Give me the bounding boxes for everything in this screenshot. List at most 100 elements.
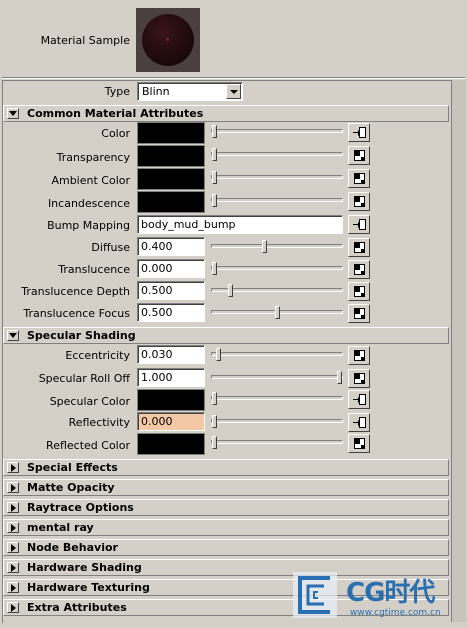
translucence-depth-slider[interactable] bbox=[211, 284, 343, 297]
triangle-right-icon[interactable] bbox=[7, 542, 19, 553]
triangle-right-icon[interactable] bbox=[7, 482, 19, 493]
diffuse-field[interactable]: 0.400 bbox=[137, 237, 205, 256]
checker-icon bbox=[353, 373, 365, 384]
vertical-scrollbar[interactable] bbox=[451, 80, 466, 622]
incandescence-label: Incandescence bbox=[47, 197, 130, 210]
slider-thumb[interactable] bbox=[212, 415, 217, 428]
eccentricity-field[interactable]: 0.030 bbox=[137, 345, 205, 364]
arrow-into-box-icon bbox=[352, 417, 366, 428]
specular-roll-off-slider[interactable] bbox=[211, 371, 343, 384]
slider-thumb[interactable] bbox=[262, 240, 267, 253]
section-node-behavior[interactable]: Node Behavior bbox=[3, 539, 449, 556]
translucence-depth-map-button[interactable] bbox=[348, 282, 370, 301]
translucence-slider[interactable] bbox=[211, 262, 343, 275]
specular-roll-off-label: Specular Roll Off bbox=[38, 372, 130, 385]
material-sample-swatch[interactable] bbox=[136, 8, 200, 72]
diffuse-map-button[interactable] bbox=[348, 238, 370, 257]
slider-thumb[interactable] bbox=[216, 348, 221, 361]
diffuse-label: Diffuse bbox=[91, 241, 130, 254]
section-title: Extra Attributes bbox=[27, 601, 127, 614]
incandescence-swatch[interactable] bbox=[137, 191, 205, 213]
slider-thumb[interactable] bbox=[212, 436, 217, 449]
type-dropdown[interactable]: Blinn bbox=[137, 82, 243, 101]
translucence-focus-slider[interactable] bbox=[211, 306, 343, 319]
specular-color-label: Specular Color bbox=[49, 395, 130, 408]
checker-icon bbox=[353, 286, 365, 297]
specular-roll-off-field[interactable]: 1.000 bbox=[137, 368, 205, 387]
color-label: Color bbox=[101, 127, 130, 140]
triangle-down-icon[interactable] bbox=[7, 330, 19, 341]
color-slider[interactable] bbox=[211, 125, 343, 138]
ambient-color-slider[interactable] bbox=[211, 171, 343, 184]
slider-thumb[interactable] bbox=[212, 392, 217, 405]
section-title: Hardware Texturing bbox=[27, 581, 150, 594]
triangle-right-icon[interactable] bbox=[7, 522, 19, 533]
triangle-right-icon[interactable] bbox=[7, 602, 19, 613]
translucence-map-button[interactable] bbox=[348, 260, 370, 279]
slider-thumb[interactable] bbox=[212, 262, 217, 275]
ambient-color-swatch[interactable] bbox=[137, 168, 205, 190]
translucence-label: Translucence bbox=[58, 263, 130, 276]
section-title: Matte Opacity bbox=[27, 481, 115, 494]
slider-thumb[interactable] bbox=[212, 194, 217, 207]
specular-color-swatch[interactable] bbox=[137, 389, 205, 411]
section-title: Common Material Attributes bbox=[27, 107, 204, 120]
transparency-slider[interactable] bbox=[211, 148, 343, 161]
sphere-preview-icon bbox=[142, 14, 194, 66]
triangle-right-icon[interactable] bbox=[7, 562, 19, 573]
reflected-color-swatch[interactable] bbox=[137, 433, 205, 455]
triangle-right-icon[interactable] bbox=[7, 582, 19, 593]
reflected-color-map-button[interactable] bbox=[348, 434, 370, 453]
reflectivity-field[interactable]: 0.000 bbox=[137, 412, 205, 431]
arrow-into-box-icon bbox=[352, 127, 366, 138]
section-specular-shading[interactable]: Specular Shading bbox=[3, 327, 449, 344]
specular-color-map-button[interactable] bbox=[348, 390, 370, 409]
translucence-field[interactable]: 0.000 bbox=[137, 259, 205, 278]
section-title: Raytrace Options bbox=[27, 501, 134, 514]
slider-thumb[interactable] bbox=[337, 371, 342, 384]
slider-thumb[interactable] bbox=[212, 148, 217, 161]
slider-thumb[interactable] bbox=[212, 171, 217, 184]
bump-mapping-field[interactable]: body_mud_bump bbox=[137, 215, 343, 234]
diffuse-slider[interactable] bbox=[211, 240, 343, 253]
incandescence-map-button[interactable] bbox=[348, 192, 370, 211]
section-title: mental ray bbox=[27, 521, 94, 534]
triangle-right-icon[interactable] bbox=[7, 502, 19, 513]
checker-icon bbox=[353, 438, 365, 449]
checker-icon bbox=[353, 150, 365, 161]
section-raytrace-options[interactable]: Raytrace Options bbox=[3, 499, 449, 516]
translucence-focus-field[interactable]: 0.500 bbox=[137, 303, 205, 322]
transparency-label: Transparency bbox=[56, 151, 130, 164]
reflected-color-slider[interactable] bbox=[211, 436, 343, 449]
color-swatch[interactable] bbox=[137, 122, 205, 144]
watermark-url: www.cgtime.com.cn bbox=[350, 608, 441, 618]
slider-thumb[interactable] bbox=[212, 125, 217, 138]
section-mental-ray[interactable]: mental ray bbox=[3, 519, 449, 536]
section-common-material-attributes[interactable]: Common Material Attributes bbox=[3, 105, 449, 122]
eccentricity-map-button[interactable] bbox=[348, 346, 370, 365]
slider-thumb[interactable] bbox=[228, 284, 233, 297]
material-sample-label: Material Sample bbox=[40, 34, 130, 47]
translucence-depth-field[interactable]: 0.500 bbox=[137, 281, 205, 300]
translucence-focus-map-button[interactable] bbox=[348, 304, 370, 323]
section-special-effects[interactable]: Special Effects bbox=[3, 459, 449, 476]
checker-icon bbox=[353, 308, 365, 319]
chevron-down-icon[interactable] bbox=[226, 84, 241, 99]
incandescence-slider[interactable] bbox=[211, 194, 343, 207]
slider-thumb[interactable] bbox=[275, 306, 280, 319]
section-title: Hardware Shading bbox=[27, 561, 142, 574]
specular-color-slider[interactable] bbox=[211, 392, 343, 405]
transparency-swatch[interactable] bbox=[137, 145, 205, 167]
cgtime-watermark: CG时代 www.cgtime.com.cn bbox=[290, 570, 467, 625]
eccentricity-slider[interactable] bbox=[211, 348, 343, 361]
reflectivity-slider[interactable] bbox=[211, 415, 343, 428]
reflectivity-map-button[interactable] bbox=[348, 413, 370, 432]
specular-roll-off-map-button[interactable] bbox=[348, 369, 370, 388]
transparency-map-button[interactable] bbox=[348, 146, 370, 165]
triangle-down-icon[interactable] bbox=[7, 108, 19, 119]
triangle-right-icon[interactable] bbox=[7, 462, 19, 473]
bump-mapping-map-button[interactable] bbox=[348, 215, 370, 234]
section-matte-opacity[interactable]: Matte Opacity bbox=[3, 479, 449, 496]
color-map-button[interactable] bbox=[348, 123, 370, 142]
ambient-color-map-button[interactable] bbox=[348, 169, 370, 188]
